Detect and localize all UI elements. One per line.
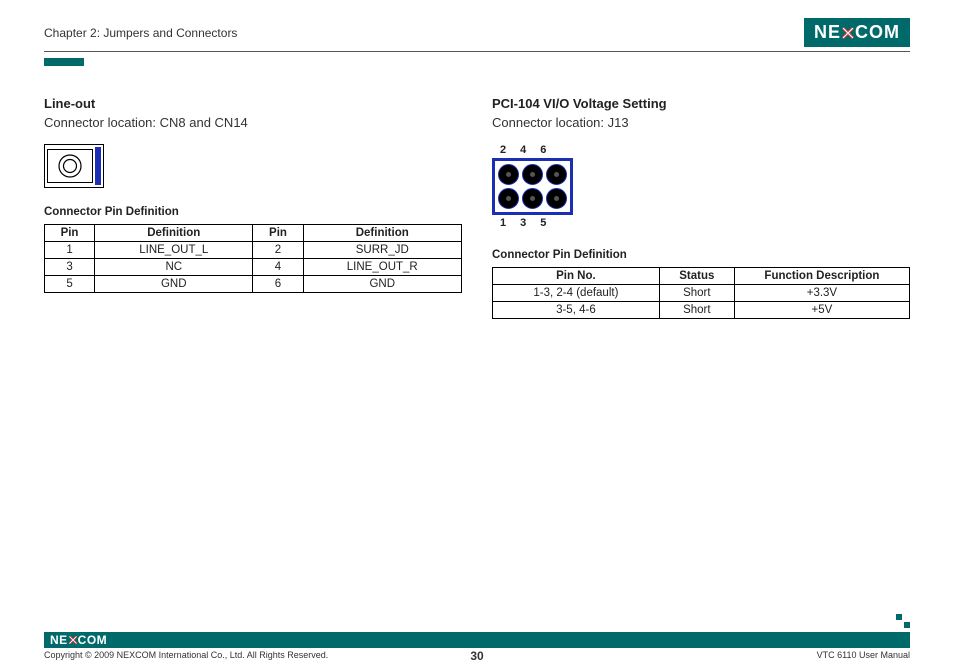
pin-row <box>498 164 567 185</box>
table-row: 1-3, 2-4 (default) Short +3.3V <box>493 285 910 302</box>
accent-bar <box>44 58 84 66</box>
pin-icon <box>546 164 567 185</box>
section-title: Line-out <box>44 96 462 111</box>
logo-text-b: COM <box>855 22 900 43</box>
audio-jack-diagram <box>44 144 104 188</box>
jack-ring-icon <box>57 153 83 179</box>
content-columns: Line-out Connector location: CN8 and CN1… <box>44 96 910 319</box>
x-icon <box>68 635 78 645</box>
section-title: PCI-104 VI/O Voltage Setting <box>492 96 910 111</box>
jack-side <box>95 147 101 185</box>
jumper-setting-table: Pin No. Status Function Description 1-3,… <box>492 267 910 319</box>
table-caption: Connector Pin Definition <box>492 249 910 261</box>
pin-row <box>498 188 567 209</box>
pin-header-block <box>492 158 573 215</box>
pin-definition-table: Pin Definition Pin Definition 1 LINE_OUT… <box>44 224 462 293</box>
table-row: 5 GND 6 GND <box>45 276 462 293</box>
th-def: Definition <box>303 225 461 242</box>
page-footer: NECOM Copyright © 2009 NEXCOM Internatio… <box>44 632 910 660</box>
table-caption: Connector Pin Definition <box>44 206 462 218</box>
jumper-diagram: 2 4 6 1 <box>492 144 910 229</box>
th-status: Status <box>659 268 734 285</box>
chapter-title: Chapter 2: Jumpers and Connectors <box>44 26 237 40</box>
table-header-row: Pin No. Status Function Description <box>493 268 910 285</box>
page-header: Chapter 2: Jumpers and Connectors NE COM <box>44 18 910 47</box>
header-rule <box>44 51 910 52</box>
th-def: Definition <box>95 225 253 242</box>
connector-location: Connector location: CN8 and CN14 <box>44 115 462 130</box>
pin-icon <box>546 188 567 209</box>
document-page: Chapter 2: Jumpers and Connectors NE COM… <box>0 0 954 672</box>
footer-bar: NECOM <box>44 632 910 648</box>
x-icon <box>841 26 855 40</box>
pin-labels-top: 2 4 6 <box>492 144 910 156</box>
th-function: Function Description <box>734 268 909 285</box>
connector-location: Connector location: J13 <box>492 115 910 130</box>
footer-line: Copyright © 2009 NEXCOM International Co… <box>44 650 910 660</box>
table-row: 3-5, 4-6 Short +5V <box>493 302 910 319</box>
jack-body <box>47 149 93 183</box>
table-header-row: Pin Definition Pin Definition <box>45 225 462 242</box>
table-row: 1 LINE_OUT_L 2 SURR_JD <box>45 242 462 259</box>
pin-icon <box>522 188 543 209</box>
logo-text-a: NE <box>814 22 841 43</box>
footer-logo: NECOM <box>50 633 107 647</box>
nexcom-logo: NE COM <box>804 18 910 47</box>
pin-labels-bottom: 1 3 5 <box>492 217 910 229</box>
th-pin: Pin <box>45 225 95 242</box>
right-column: PCI-104 VI/O Voltage Setting Connector l… <box>492 96 910 319</box>
left-column: Line-out Connector location: CN8 and CN1… <box>44 96 462 319</box>
page-number: 30 <box>44 649 910 663</box>
pin-icon <box>498 164 519 185</box>
table-row: 3 NC 4 LINE_OUT_R <box>45 259 462 276</box>
th-pin: Pin <box>253 225 303 242</box>
footer-squares-icon <box>896 614 910 628</box>
th-pin-no: Pin No. <box>493 268 660 285</box>
pin-icon <box>522 164 543 185</box>
pin-icon <box>498 188 519 209</box>
